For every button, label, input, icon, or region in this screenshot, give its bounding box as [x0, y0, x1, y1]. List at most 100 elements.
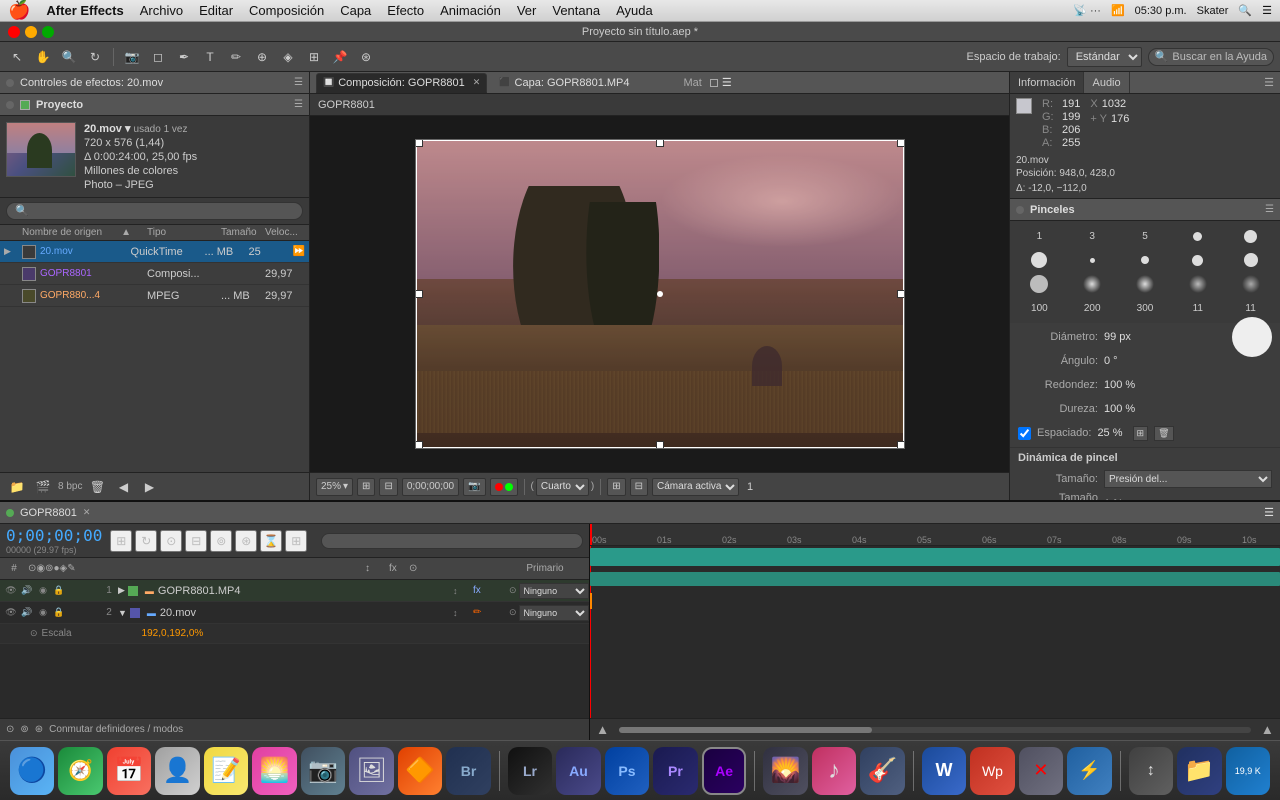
menu-composicion[interactable]: Composición [249, 3, 324, 18]
brush-preset-1[interactable]: 1 [1014, 225, 1065, 247]
layer1-mode-select[interactable]: Ninguno [519, 583, 589, 599]
search-help[interactable]: 🔍 Buscar en la Ayuda [1148, 48, 1274, 66]
tl-tool-7[interactable]: ⌛ [260, 530, 282, 552]
tool-rotate[interactable]: ↻ [84, 46, 106, 68]
brush-preset-45[interactable] [1172, 273, 1223, 295]
comp-tab-main[interactable]: 🔲 Composición: GOPR8801 ✕ [316, 73, 487, 93]
quality-select[interactable]: Cuarto [536, 478, 589, 496]
tool-hand[interactable]: ✋ [32, 46, 54, 68]
grid-btn[interactable]: ⊞ [607, 478, 625, 496]
layer2-lock-icon[interactable]: 🔒 [52, 606, 66, 620]
dock-itunes[interactable]: ♪ [812, 747, 856, 795]
brush-preset-200[interactable]: 200 [1067, 297, 1118, 319]
tl-tool-4[interactable]: ⊟ [185, 530, 207, 552]
menu-ver[interactable]: Ver [517, 3, 537, 18]
spacing-checkbox[interactable] [1018, 427, 1031, 440]
layer2-audio-icon[interactable]: 🔊 [20, 606, 34, 620]
project-file-row-1[interactable]: ▶ 20.mov QuickTime ... MB 25 ⏩ [0, 241, 309, 263]
tool-roto[interactable]: ⊞ [303, 46, 325, 68]
tl-tool-6[interactable]: ⊛ [235, 530, 257, 552]
new-comp-btn[interactable]: 🎬 [32, 476, 54, 498]
dock-x[interactable]: ✕ [1019, 747, 1063, 795]
handle-br[interactable] [897, 441, 905, 449]
spacing-extra-btn[interactable]: ⊞ [1133, 426, 1149, 441]
layer1-fx-icon[interactable]: fx [473, 585, 489, 596]
handle-bl[interactable] [415, 441, 423, 449]
handle-tr[interactable] [897, 139, 905, 147]
tl-tool-2[interactable]: ↻ [135, 530, 157, 552]
tl-scroll-left[interactable]: ▲ [596, 722, 609, 737]
brush-preset-13[interactable] [1225, 225, 1276, 247]
menu-archivo[interactable]: Archivo [140, 3, 183, 18]
timeline-close[interactable]: ✕ [83, 507, 91, 518]
dock-network[interactable]: 19,9 K [1226, 747, 1270, 795]
nav-prev[interactable]: ◀ [112, 476, 134, 498]
info-panel-menu[interactable]: ☰ [1258, 72, 1280, 93]
dock-scroll[interactable]: ↕ [1129, 747, 1173, 795]
brush-preset-27[interactable] [1067, 273, 1118, 295]
minimize-button[interactable] [25, 26, 37, 38]
handle-tc[interactable] [656, 139, 664, 147]
brush-preset-3[interactable]: 3 [1067, 225, 1118, 247]
handle-mr[interactable] [897, 290, 905, 298]
tool-zoom[interactable]: 🔍 [58, 46, 80, 68]
dock-wp[interactable]: Wp [970, 747, 1014, 795]
tl-scrollbar[interactable] [619, 727, 1251, 733]
brush-preset-35[interactable] [1120, 273, 1171, 295]
dock-bridge[interactable]: Br [446, 747, 490, 795]
info-tab-info[interactable]: Información [1010, 72, 1084, 93]
timecode-btn[interactable]: 0;00;00;00 [402, 478, 459, 496]
brush-preset-9[interactable] [1172, 225, 1223, 247]
menu-editar[interactable]: Editar [199, 3, 233, 18]
brush-preset-300[interactable]: 300 [1120, 297, 1171, 319]
dock-photoshop[interactable]: Ps [605, 747, 649, 795]
dock-after-effects[interactable]: Ae [702, 747, 747, 795]
dock-preview[interactable]: 🖼 [349, 747, 393, 795]
spacing-del-btn[interactable]: 🗑 [1154, 426, 1173, 441]
tab-menu[interactable]: ☰ [722, 76, 732, 89]
tl-tool-5[interactable]: ⊚ [210, 530, 232, 552]
dock-notes[interactable]: 📝 [204, 747, 248, 795]
layer1-solo-icon[interactable]: ◉ [36, 584, 50, 598]
brush-preset-21[interactable] [1014, 273, 1065, 295]
comp-tab-close[interactable]: ✕ [473, 77, 481, 88]
dock-premiere[interactable]: Pr [653, 747, 697, 795]
dock-audition[interactable]: Au [556, 747, 600, 795]
magnification-btn[interactable]: 25% ▾ [316, 478, 353, 496]
layer1-vis-icon[interactable]: 👁 [4, 584, 18, 598]
tool-puppet[interactable]: 📌 [329, 46, 351, 68]
brushes-menu[interactable]: ☰ [1265, 204, 1274, 215]
timeline-layer-2[interactable]: 👁 🔊 ◉ 🔒 2 ▼ ▬ 20.mov ↕ ✏ [0, 602, 589, 624]
zoom-button[interactable] [42, 26, 54, 38]
brush-preset-5b[interactable] [1067, 249, 1118, 271]
new-folder-btn[interactable]: 📁 [6, 476, 28, 498]
menu-capa[interactable]: Capa [340, 3, 371, 18]
dock-safari[interactable]: 🧭 [58, 747, 102, 795]
pixel-ratio-btn[interactable]: ⊟ [379, 478, 397, 496]
tool-paint[interactable]: ✏ [225, 46, 247, 68]
layer1-bar[interactable] [590, 548, 1280, 566]
dock-garageband[interactable]: 🎸 [860, 747, 904, 795]
dock-photos[interactable]: 🌅 [252, 747, 296, 795]
menu-ventana[interactable]: Ventana [552, 3, 600, 18]
nav-next[interactable]: ▶ [138, 476, 160, 498]
project-file-row-3[interactable]: GOPR880...4 MPEG ... MB 29,97 [0, 285, 309, 307]
delete-btn[interactable]: 🗑 [86, 476, 108, 498]
workspace-select[interactable]: Estándar [1067, 47, 1142, 67]
brush-preset-17[interactable] [1225, 249, 1276, 271]
menu-animacion[interactable]: Animación [440, 3, 501, 18]
info-tab-audio[interactable]: Audio [1084, 72, 1129, 93]
dock-iphoto[interactable]: 🌄 [763, 747, 807, 795]
layer2-vis-icon[interactable]: 👁 [4, 606, 18, 620]
tl-tool-8[interactable]: ⊞ [285, 530, 307, 552]
color-btn[interactable] [490, 478, 518, 496]
timeline-menu[interactable]: ☰ [1264, 506, 1274, 519]
dock-lightroom[interactable]: Lr [508, 747, 552, 795]
menu-extras-icon[interactable]: ☰ [1262, 4, 1272, 17]
row1-expand[interactable]: ▶ [4, 246, 18, 257]
app-name-menu[interactable]: After Effects [46, 3, 123, 18]
tl-tool-3[interactable]: ⊙ [160, 530, 182, 552]
brush-preset-11b[interactable]: 11 [1225, 297, 1276, 319]
tl-scroll-right[interactable]: ▲ [1261, 722, 1274, 737]
layer2-solo-icon[interactable]: ◉ [36, 606, 50, 620]
